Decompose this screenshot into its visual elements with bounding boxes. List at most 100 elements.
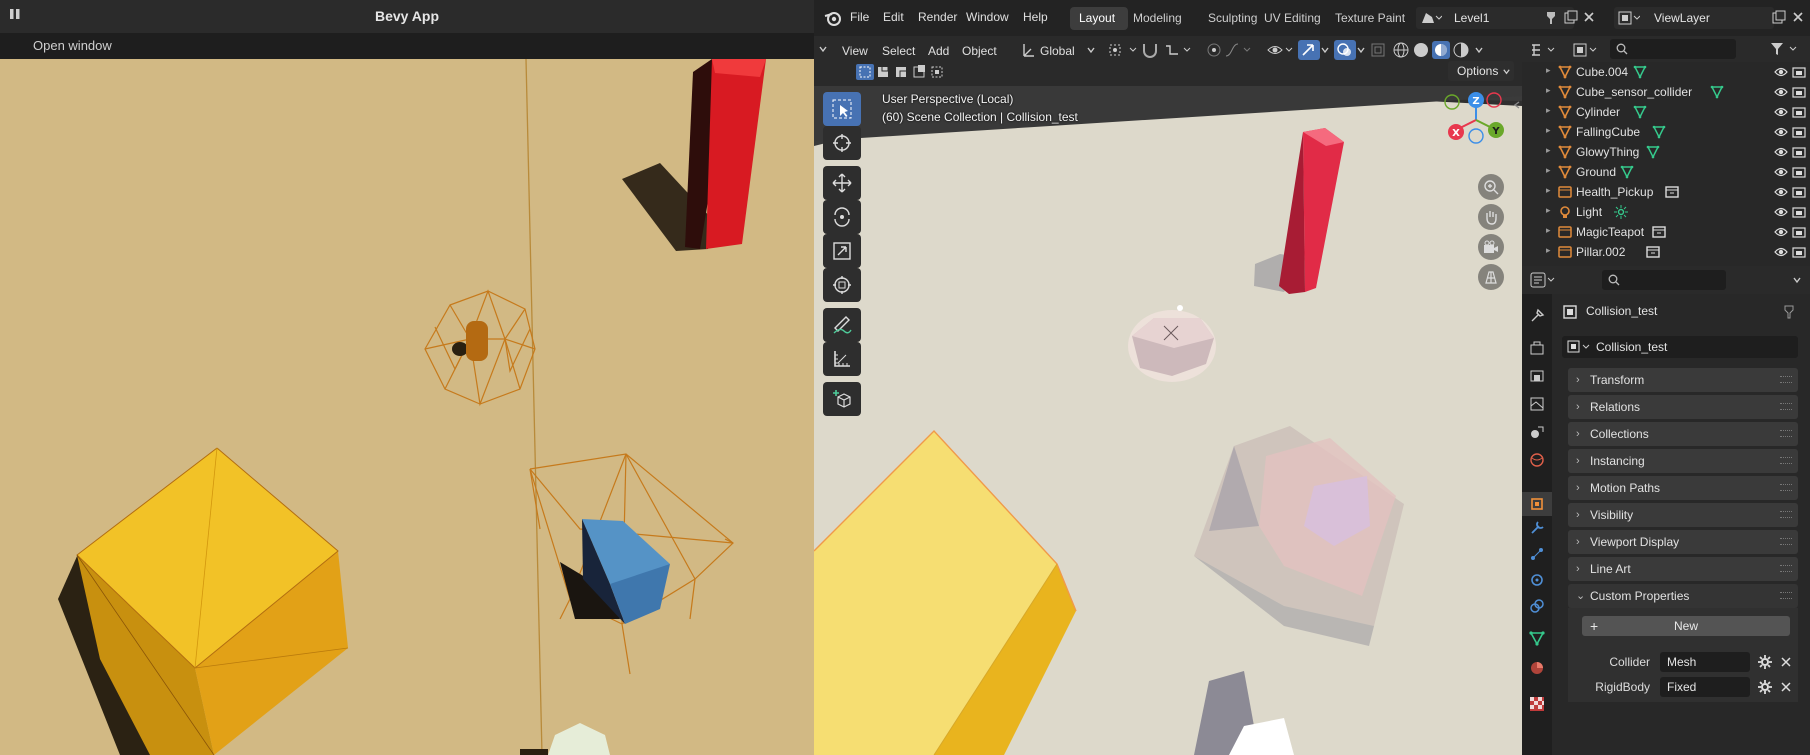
gear-icon[interactable] — [1758, 655, 1772, 669]
menu-help[interactable]: Help — [1023, 10, 1048, 24]
panel-viewport-display[interactable]: › Viewport Display — [1568, 530, 1798, 554]
render-camera-icon[interactable] — [1792, 66, 1806, 78]
render-camera-icon[interactable] — [1792, 86, 1806, 98]
new-property-button[interactable]: + New — [1582, 616, 1790, 636]
delete-view-layer-icon[interactable] — [1791, 10, 1805, 24]
tab-sculpting[interactable]: Sculpting — [1208, 11, 1257, 25]
scene-tab-icon[interactable] — [1529, 424, 1545, 440]
chevron-down-icon[interactable] — [1086, 45, 1096, 55]
render-camera-icon[interactable] — [1792, 206, 1806, 218]
outliner-item-name[interactable]: FallingCube — [1576, 125, 1640, 139]
options-label[interactable]: Options — [1457, 64, 1498, 78]
texture-tab-icon[interactable] — [1529, 696, 1545, 712]
outliner-row[interactable]: ▸ Cylinder — [1522, 102, 1810, 122]
panel-grip-icon[interactable] — [1780, 592, 1792, 599]
zoom-button[interactable] — [1478, 174, 1504, 200]
tool-annotate[interactable] — [823, 308, 861, 342]
shading-wireframe-icon[interactable] — [1392, 41, 1410, 59]
tool-add-cube[interactable] — [823, 382, 861, 416]
eye-icon[interactable] — [1774, 86, 1788, 98]
expand-arrow-icon[interactable]: ▸ — [1546, 205, 1551, 216]
overlays-toggle-icon[interactable] — [1334, 40, 1356, 60]
panel-visibility[interactable]: › Visibility — [1568, 503, 1798, 527]
tool-transform[interactable] — [823, 268, 861, 302]
properties-options-icon[interactable] — [1792, 275, 1802, 285]
tab-modeling[interactable]: Modeling — [1133, 11, 1182, 25]
eye-icon[interactable] — [1774, 186, 1788, 198]
outliner-item-name[interactable]: Ground — [1576, 165, 1616, 179]
tool-cursor[interactable] — [823, 126, 861, 160]
filter-icon[interactable] — [1770, 41, 1802, 57]
outliner-item-name[interactable]: Cube.004 — [1576, 65, 1628, 79]
eye-icon[interactable] — [1774, 126, 1788, 138]
ortho-toggle-button[interactable] — [1478, 264, 1504, 290]
tab-layout[interactable]: Layout — [1079, 11, 1115, 25]
outliner-row[interactable]: ▸ Pillar.002 — [1522, 242, 1810, 262]
navigation-gizmo[interactable]: Z X Y — [1432, 90, 1520, 152]
editor-type-icon[interactable] — [1530, 42, 1558, 58]
outliner-search-input[interactable] — [1610, 39, 1736, 59]
outliner-item-name[interactable]: Pillar.002 — [1576, 245, 1625, 259]
outliner-row[interactable]: ▸ FallingCube — [1522, 122, 1810, 142]
particles-tab-icon[interactable] — [1529, 546, 1545, 562]
object-tab-icon[interactable] — [1529, 496, 1545, 512]
eye-icon[interactable] — [1774, 206, 1788, 218]
bevy-3d-scene[interactable] — [0, 59, 814, 755]
display-mode-icon[interactable] — [1572, 42, 1600, 58]
panel-line-art[interactable]: › Line Art — [1568, 557, 1798, 581]
tool-measure[interactable] — [823, 342, 861, 376]
properties-search-input[interactable] — [1602, 270, 1726, 290]
panel-motion-paths[interactable]: › Motion Paths — [1568, 476, 1798, 500]
expand-arrow-icon[interactable]: ▸ — [1546, 165, 1551, 176]
render-camera-icon[interactable] — [1792, 186, 1806, 198]
tool-move[interactable] — [823, 166, 861, 200]
outliner-item-name[interactable]: Cube_sensor_collider — [1576, 85, 1692, 99]
outliner-row[interactable]: ▸ Cube_sensor_collider — [1522, 82, 1810, 102]
custom-property-value[interactable]: Mesh — [1667, 655, 1696, 669]
object-visibility-icon[interactable] — [1266, 42, 1296, 58]
expand-arrow-icon[interactable]: ▸ — [1546, 105, 1551, 116]
object-name-value[interactable]: Collision_test — [1596, 340, 1667, 354]
selection-mode-icons[interactable] — [856, 63, 946, 81]
panel-grip-icon[interactable] — [1780, 565, 1792, 572]
render-camera-icon[interactable] — [1792, 226, 1806, 238]
outliner-item-name[interactable]: GlowyThing — [1576, 145, 1639, 159]
panel-grip-icon[interactable] — [1780, 538, 1792, 545]
sidebar-toggle-icon[interactable] — [1512, 100, 1522, 110]
xray-toggle-icon[interactable] — [1370, 42, 1386, 58]
open-window-label[interactable]: Open window — [33, 38, 112, 53]
panel-custom-properties[interactable]: ⌄ Custom Properties — [1568, 584, 1798, 608]
panel-grip-icon[interactable] — [1780, 484, 1792, 491]
viewport-scene[interactable] — [814, 86, 1522, 755]
render-camera-icon[interactable] — [1792, 166, 1806, 178]
tool-select-box[interactable] — [823, 92, 861, 126]
outliner-row[interactable]: ▸ MagicTeapot — [1522, 222, 1810, 242]
outliner-item-name[interactable]: MagicTeapot — [1576, 225, 1644, 239]
gizmo-dropdown-icon[interactable] — [1320, 45, 1330, 55]
shading-dropdown-icon[interactable] — [1474, 45, 1484, 55]
menu-add[interactable]: Add — [928, 44, 949, 58]
pivot-point-icon[interactable] — [1108, 42, 1140, 58]
new-scene-icon[interactable] — [1564, 10, 1578, 24]
outliner-item-name[interactable]: Light — [1576, 205, 1602, 219]
panel-grip-icon[interactable] — [1780, 403, 1792, 410]
menu-window[interactable]: Window — [966, 10, 1009, 24]
panel-transform[interactable]: › Transform — [1568, 368, 1798, 392]
outliner-row[interactable]: ▸ Ground — [1522, 162, 1810, 182]
render-camera-icon[interactable] — [1792, 106, 1806, 118]
expand-arrow-icon[interactable]: ▸ — [1546, 225, 1551, 236]
render-tab-icon[interactable] — [1529, 340, 1545, 356]
eye-icon[interactable] — [1774, 66, 1788, 78]
view-layer-name[interactable]: ViewLayer — [1654, 11, 1710, 25]
material-tab-icon[interactable] — [1529, 660, 1545, 676]
shading-solid-icon[interactable] — [1412, 41, 1430, 59]
snap-icon[interactable] — [1140, 42, 1160, 58]
custom-property-value-field[interactable]: Mesh — [1660, 652, 1750, 672]
tab-uv-editing[interactable]: UV Editing — [1264, 11, 1321, 25]
editor-collapse-icon[interactable] — [818, 44, 828, 54]
eye-icon[interactable] — [1774, 146, 1788, 158]
expand-arrow-icon[interactable]: ▸ — [1546, 145, 1551, 156]
eye-icon[interactable] — [1774, 106, 1788, 118]
expand-arrow-icon[interactable]: ▸ — [1546, 245, 1551, 256]
panel-collections[interactable]: › Collections — [1568, 422, 1798, 446]
